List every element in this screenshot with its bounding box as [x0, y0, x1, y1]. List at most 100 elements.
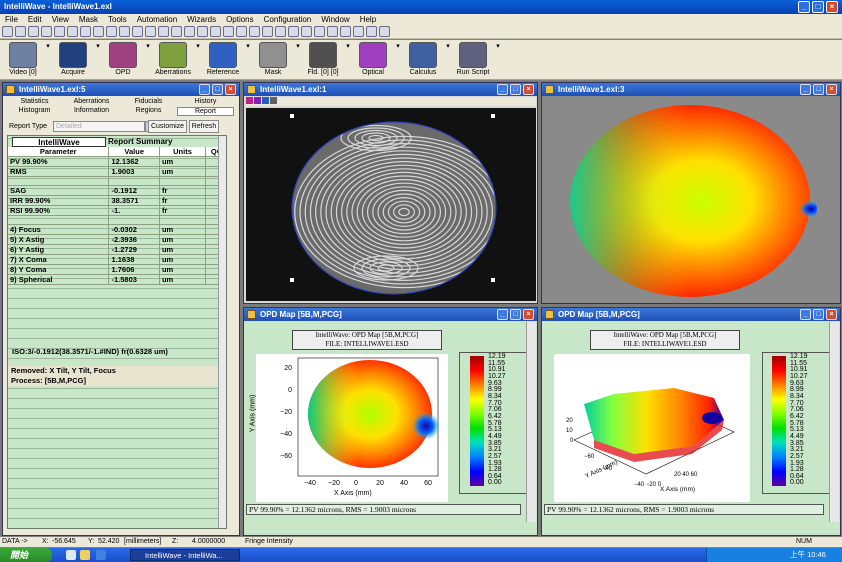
toolbar-dropdown[interactable]: ▾ — [144, 40, 152, 80]
toolbar-icon[interactable] — [28, 26, 39, 37]
toolbar-dropdown[interactable]: ▾ — [44, 40, 52, 80]
toolbar-icon[interactable] — [379, 26, 390, 37]
fringe-minimize-button[interactable]: _ — [497, 84, 508, 95]
opd3d-maximize-button[interactable]: □ — [813, 309, 824, 320]
toolbar-button-field[interactable]: Fld. [0] [0] — [302, 40, 344, 80]
fringe-image[interactable] — [246, 108, 536, 301]
menu-item-mask[interactable]: Mask — [74, 14, 103, 25]
mask-handle[interactable] — [491, 114, 495, 118]
tab-fiducials[interactable]: Fiducials — [120, 98, 177, 105]
menu-item-automation[interactable]: Automation — [132, 14, 182, 25]
toolbar-icon[interactable] — [158, 26, 169, 37]
refresh-button[interactable]: Refresh — [189, 120, 219, 133]
toolbar-icon[interactable] — [340, 26, 351, 37]
toolbar-dropdown[interactable]: ▾ — [394, 40, 402, 80]
surface3d-maximize-button[interactable]: □ — [813, 84, 824, 95]
minimize-button[interactable]: _ — [798, 1, 810, 13]
dropdown-arrow-icon[interactable]: ▾ — [246, 42, 250, 50]
menu-item-configuration[interactable]: Configuration — [259, 14, 317, 25]
tab-report[interactable]: Report — [177, 107, 234, 116]
toolbar-icon[interactable] — [145, 26, 156, 37]
toolbar-dropdown[interactable]: ▾ — [94, 40, 102, 80]
toolbar-icon[interactable] — [288, 26, 299, 37]
surface3d-close-button[interactable]: × — [826, 84, 837, 95]
dropdown-arrow-icon[interactable]: ▾ — [446, 42, 450, 50]
toolbar-icon[interactable] — [54, 26, 65, 37]
toolbar-icon[interactable] — [80, 26, 91, 37]
start-button[interactable]: 開始 — [0, 548, 52, 562]
mask-handle[interactable] — [491, 278, 495, 282]
dropdown-arrow-icon[interactable]: ▾ — [196, 42, 200, 50]
toolbar-icon[interactable] — [366, 26, 377, 37]
surface3d-plot[interactable] — [542, 97, 840, 303]
color-swatch-icon[interactable] — [262, 97, 269, 104]
tab-statistics[interactable]: Statistics — [6, 98, 63, 105]
opd-3d-plot[interactable]: −60 −40 −40 −20 0 20 40 60 20 10 0 X Axi… — [554, 354, 750, 502]
surface3d-minimize-button[interactable]: _ — [800, 84, 811, 95]
dropdown-arrow-icon[interactable]: ▾ — [96, 42, 100, 50]
report-maximize-button[interactable]: □ — [212, 84, 223, 95]
opd-close-button[interactable]: × — [523, 309, 534, 320]
quicklaunch-icon[interactable] — [96, 550, 106, 560]
toolbar-button-video[interactable]: Video [0] — [2, 40, 44, 80]
toolbar-icon[interactable] — [93, 26, 104, 37]
menu-item-window[interactable]: Window — [316, 14, 354, 25]
toolbar-icon[interactable] — [353, 26, 364, 37]
toolbar-button-camera[interactable]: Acquire — [52, 40, 94, 80]
dropdown-arrow-icon[interactable]: ▾ — [296, 42, 300, 50]
fringe-maximize-button[interactable]: □ — [510, 84, 521, 95]
quicklaunch-icon[interactable] — [66, 550, 76, 560]
tab-aberrations[interactable]: Aberrations — [63, 98, 120, 105]
toolbar-icon[interactable] — [132, 26, 143, 37]
mask-handle[interactable] — [290, 114, 294, 118]
toolbar-icon[interactable] — [2, 26, 13, 37]
column-header[interactable]: Units — [159, 147, 207, 157]
dropdown-arrow-icon[interactable]: ▾ — [496, 42, 500, 50]
toolbar-icon[interactable] — [275, 26, 286, 37]
menu-item-tools[interactable]: Tools — [103, 14, 132, 25]
toolbar-icon[interactable] — [314, 26, 325, 37]
toolbar-icon[interactable] — [197, 26, 208, 37]
toolbar-icon[interactable] — [236, 26, 247, 37]
menu-item-edit[interactable]: Edit — [23, 14, 47, 25]
opd-scrollbar[interactable] — [526, 322, 536, 522]
opd-2d-plot[interactable]: 20 0 −20 −40 −60 −40 −20 0 20 40 60 X Ax… — [249, 354, 448, 502]
toolbar-icon[interactable] — [106, 26, 117, 37]
toolbar-icon[interactable] — [119, 26, 130, 37]
opd-maximize-button[interactable]: □ — [510, 309, 521, 320]
toolbar-icon[interactable] — [262, 26, 273, 37]
tab-information[interactable]: Information — [63, 107, 120, 114]
tab-history[interactable]: History — [177, 98, 234, 105]
toolbar-dropdown[interactable]: ▾ — [444, 40, 452, 80]
opd3d-close-button[interactable]: × — [826, 309, 837, 320]
menu-item-help[interactable]: Help — [355, 14, 381, 25]
color-swatch-icon[interactable] — [246, 97, 253, 104]
tab-histogram[interactable]: Histogram — [6, 107, 63, 114]
menu-item-file[interactable]: File — [0, 14, 23, 25]
close-button[interactable]: × — [826, 1, 838, 13]
toolbar-icon[interactable] — [171, 26, 182, 37]
dropdown-arrow-icon[interactable]: ▾ — [396, 42, 400, 50]
toolbar-button-script[interactable]: Run Script — [452, 40, 494, 80]
color-swatch-icon[interactable] — [254, 97, 261, 104]
report-type-select[interactable]: Detailed — [53, 121, 145, 132]
toolbar-button-reference[interactable]: Reference — [202, 40, 244, 80]
toolbar-icon[interactable] — [249, 26, 260, 37]
dropdown-arrow-icon[interactable]: ▾ — [346, 42, 350, 50]
report-scrollbar[interactable] — [218, 136, 226, 528]
toolbar-icon[interactable] — [41, 26, 52, 37]
maximize-button[interactable]: □ — [812, 1, 824, 13]
mask-handle[interactable] — [290, 278, 294, 282]
column-header[interactable]: Parameter — [8, 147, 110, 157]
opd3d-scrollbar[interactable] — [829, 322, 839, 522]
dropdown-arrow-icon[interactable]: ▾ — [146, 42, 150, 50]
customize-button[interactable]: Customize — [148, 120, 187, 133]
toolbar-button-calculus[interactable]: Calculus — [402, 40, 444, 80]
toolbar-button-opd[interactable]: OPD — [102, 40, 144, 80]
toolbar-button-aberrations[interactable]: Aberrations — [152, 40, 194, 80]
toolbar-button-mask[interactable]: Mask — [252, 40, 294, 80]
toolbar-icon[interactable] — [223, 26, 234, 37]
toolbar-dropdown[interactable]: ▾ — [344, 40, 352, 80]
opd-minimize-button[interactable]: _ — [497, 309, 508, 320]
menu-item-options[interactable]: Options — [221, 14, 259, 25]
